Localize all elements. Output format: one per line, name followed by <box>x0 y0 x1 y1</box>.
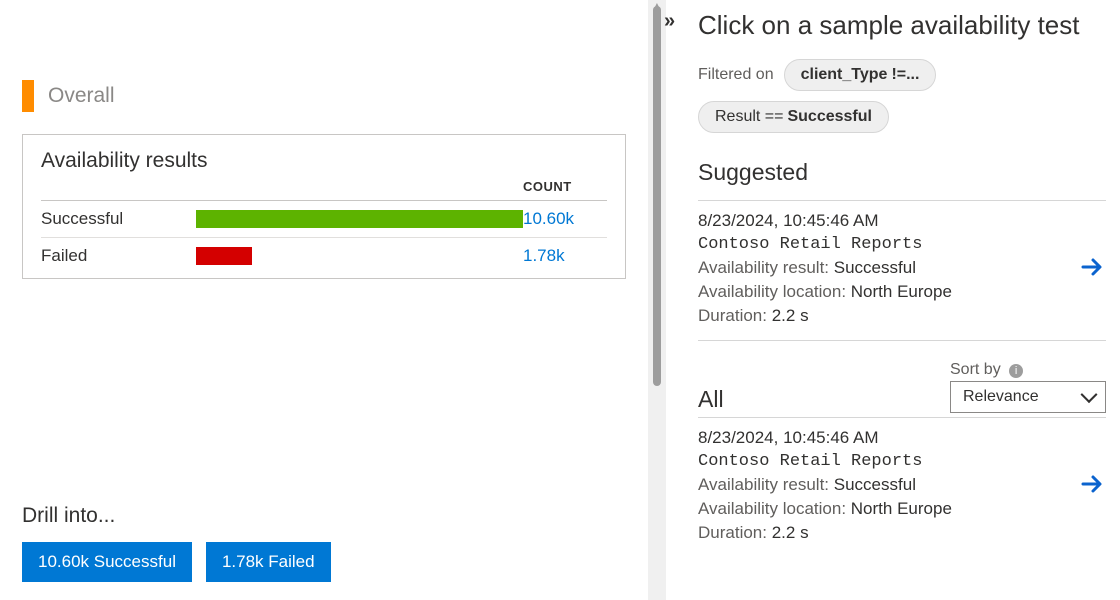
pill-suffix: !=... <box>891 66 919 84</box>
filter-pill-client-type[interactable]: client_Type !=... <box>784 59 937 91</box>
sample-duration-value: 2.2 s <box>772 306 809 325</box>
drill-into-label: Drill into... <box>22 504 331 528</box>
sample-item[interactable]: 8/23/2024, 10:45:46 AM Contoso Retail Re… <box>698 428 1106 543</box>
pill-suffix: Successful <box>787 108 871 126</box>
scroll-thumb[interactable] <box>653 6 661 386</box>
divider <box>698 340 1106 341</box>
sample-duration-key: Duration: <box>698 523 767 542</box>
pill-prefix: client_Type <box>801 66 888 84</box>
row-label-failed: Failed <box>41 246 196 266</box>
sample-location-key: Availability location: <box>698 499 846 518</box>
sample-timestamp: 8/23/2024, 10:45:46 AM <box>698 211 1072 231</box>
divider <box>698 200 1106 201</box>
sort-by-label: Sort by <box>950 361 1001 378</box>
row-label-successful: Successful <box>41 209 196 229</box>
count-column-header: COUNT <box>523 179 607 194</box>
open-sample-arrow-icon[interactable] <box>1080 472 1104 501</box>
right-panel: » Click on a sample availability test Fi… <box>666 0 1120 600</box>
filter-pill-result[interactable]: Result == Successful <box>698 101 889 133</box>
sample-location-key: Availability location: <box>698 282 846 301</box>
bar-failed <box>196 247 252 265</box>
info-icon[interactable]: i <box>1009 364 1023 378</box>
count-link-failed[interactable]: 1.78k <box>523 246 607 266</box>
vertical-scrollbar[interactable]: ▲ <box>648 0 666 600</box>
filter-row: Result == Successful <box>698 101 1106 133</box>
drill-into-section: Drill into... 10.60k Successful 1.78k Fa… <box>22 504 331 582</box>
table-row: Failed 1.78k <box>41 238 607 274</box>
filter-row: Filtered on client_Type !=... <box>698 59 1106 91</box>
suggested-header: Suggested <box>698 159 1106 186</box>
divider <box>698 417 1106 418</box>
sort-by-select[interactable]: Relevance <box>950 381 1106 413</box>
drill-failed-button[interactable]: 1.78k Failed <box>206 542 331 582</box>
bar-successful <box>196 210 523 228</box>
drill-successful-button[interactable]: 10.60k Successful <box>22 542 192 582</box>
sample-item[interactable]: 8/23/2024, 10:45:46 AM Contoso Retail Re… <box>698 211 1106 326</box>
table-row: Successful 10.60k <box>41 201 607 238</box>
sample-name: Contoso Retail Reports <box>698 452 1072 471</box>
filtered-on-label: Filtered on <box>698 66 774 84</box>
all-header: All <box>698 386 950 413</box>
card-title: Availability results <box>41 149 607 173</box>
left-panel: Overall Availability results COUNT Succe… <box>0 0 648 600</box>
all-header-row: All Sort by i Relevance <box>698 361 1106 413</box>
overall-accent-bar <box>22 80 34 112</box>
sample-duration-key: Duration: <box>698 306 767 325</box>
count-link-successful[interactable]: 10.60k <box>523 209 607 229</box>
availability-results-card: Availability results COUNT Successful 10… <box>22 134 626 279</box>
panel-title: Click on a sample availability test <box>698 10 1106 41</box>
sort-by-value: Relevance <box>963 388 1039 405</box>
expand-panel-icon[interactable]: » <box>664 10 675 33</box>
sample-name: Contoso Retail Reports <box>698 235 1072 254</box>
open-sample-arrow-icon[interactable] <box>1080 255 1104 284</box>
sample-duration-value: 2.2 s <box>772 523 809 542</box>
sample-result-value: Successful <box>834 475 916 494</box>
sample-result-key: Availability result: <box>698 258 829 277</box>
pill-prefix: Result == <box>715 108 783 126</box>
sample-timestamp: 8/23/2024, 10:45:46 AM <box>698 428 1072 448</box>
sample-result-key: Availability result: <box>698 475 829 494</box>
card-header-row: COUNT <box>41 175 607 201</box>
sample-result-value: Successful <box>834 258 916 277</box>
overall-label: Overall <box>48 84 115 108</box>
overall-header: Overall <box>22 80 626 112</box>
sample-location-value: North Europe <box>851 499 952 518</box>
sample-location-value: North Europe <box>851 282 952 301</box>
